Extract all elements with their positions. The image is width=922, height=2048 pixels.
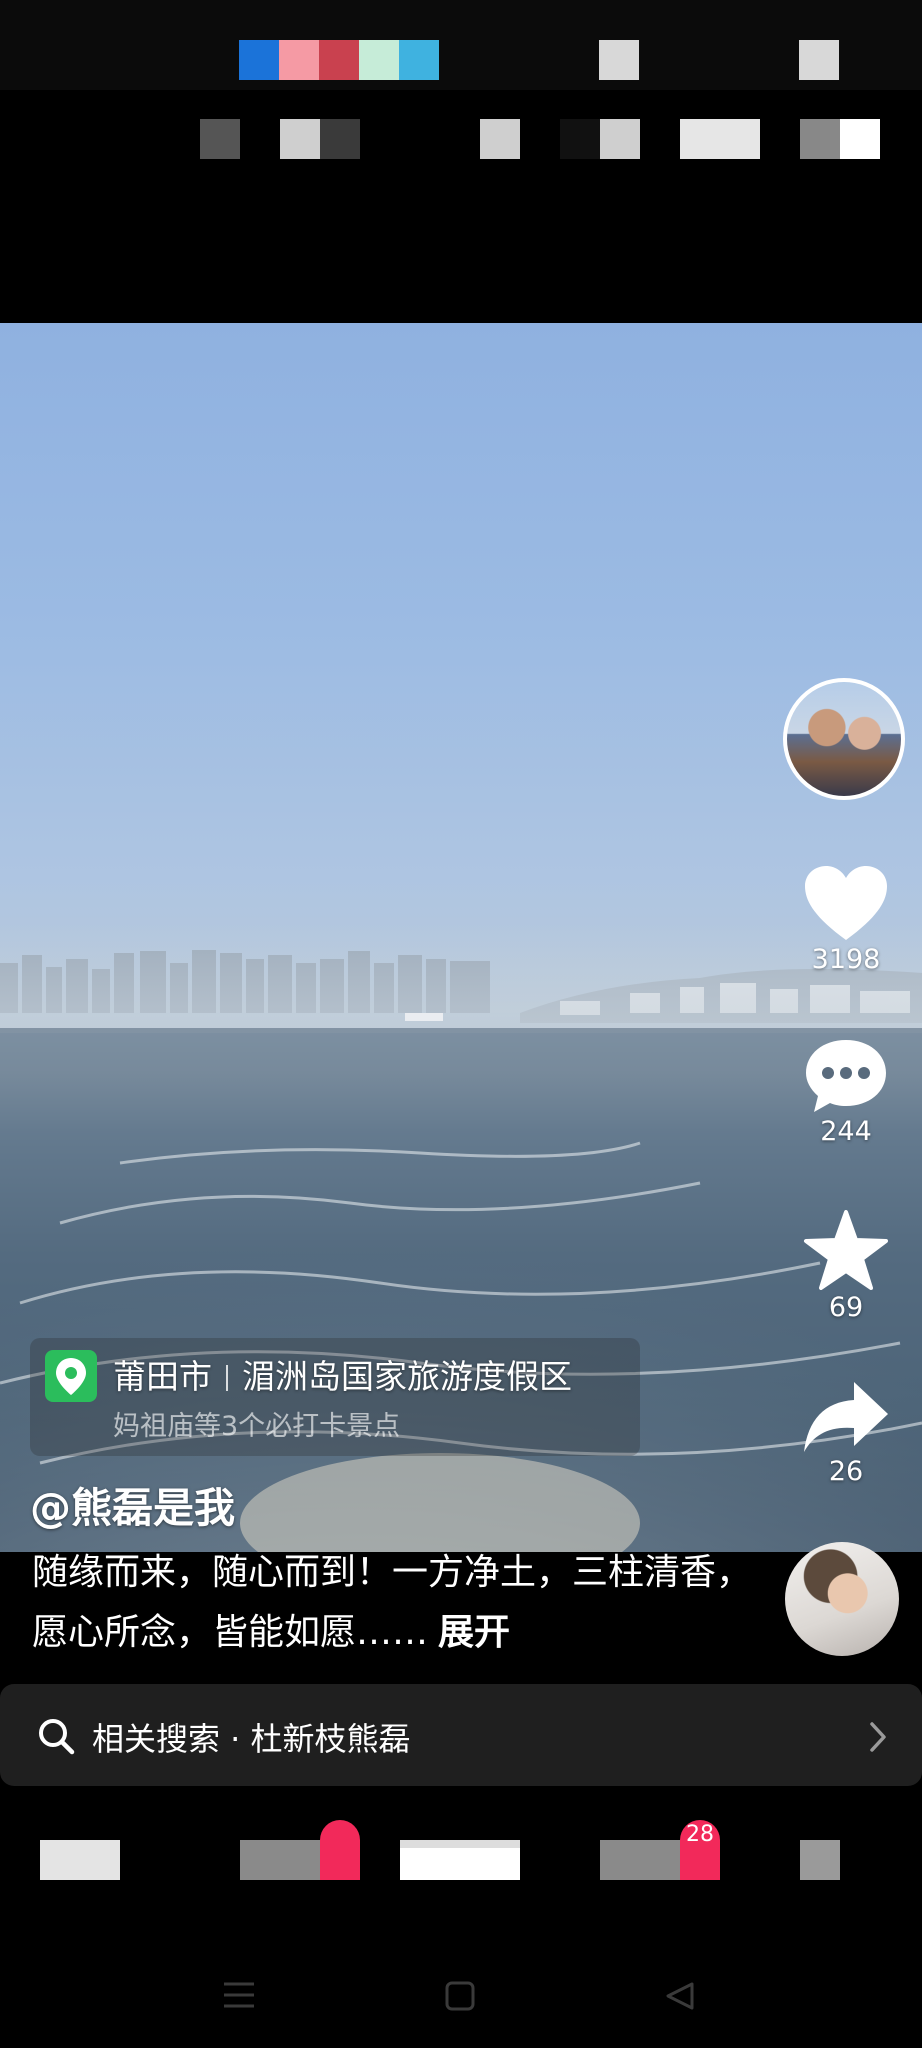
location-subtitle: 妈祖庙等3个必打卡景点 — [113, 1411, 401, 1442]
menu-icon[interactable] — [222, 1980, 256, 2010]
nav-tab-profile[interactable] — [800, 1840, 840, 1880]
location-city: 莆田市 — [113, 1357, 212, 1396]
nav-badge-dot — [320, 1820, 360, 1880]
status-block — [239, 40, 279, 80]
top-tab-block[interactable] — [280, 119, 320, 159]
top-tab-block[interactable] — [840, 119, 880, 159]
location-divider — [226, 1365, 228, 1391]
search-icon — [39, 1719, 75, 1755]
expand-button[interactable]: 展开 — [438, 1612, 510, 1653]
status-block — [599, 40, 639, 80]
star-icon — [804, 1210, 888, 1290]
share-button[interactable]: 26 — [794, 1380, 898, 1487]
system-nav-bar — [0, 1940, 922, 2048]
top-tab-block[interactable] — [320, 119, 360, 159]
status-block — [359, 40, 399, 80]
share-icon — [804, 1382, 888, 1452]
post-caption[interactable]: 随缘而来，随心而到！一方净土，三柱清香，愿心所念，皆能如愿…… 展开 — [32, 1543, 752, 1663]
status-block — [319, 40, 359, 80]
related-search-bar[interactable]: 相关搜索 · 杜新枝熊磊 — [0, 1684, 922, 1786]
top-tab-block[interactable] — [560, 119, 600, 159]
favorite-button[interactable]: 69 — [794, 1210, 898, 1323]
top-tab-block[interactable] — [480, 119, 520, 159]
comment-icon — [806, 1040, 886, 1112]
location-pin-icon — [45, 1350, 97, 1402]
status-block — [799, 40, 839, 80]
heart-icon — [805, 866, 887, 940]
favorite-count: 69 — [828, 1292, 864, 1323]
bottom-nav: 28 — [0, 1790, 922, 1910]
top-tab-block[interactable] — [600, 119, 640, 159]
location-title: 莆田市 湄洲岛国家旅游度假区 — [113, 1350, 572, 1398]
caption-text: 随缘而来，随心而到！一方净土，三柱清香，愿心所念，皆能如愿…… — [32, 1552, 753, 1653]
comment-button[interactable]: 244 — [794, 1038, 898, 1147]
chevron-right-icon — [870, 1722, 886, 1752]
top-tab-block[interactable] — [200, 119, 240, 159]
location-place: 湄洲岛国家旅游度假区 — [242, 1357, 572, 1396]
location-chip[interactable]: 莆田市 湄洲岛国家旅游度假区 妈祖庙等3个必打卡景点 — [30, 1338, 640, 1456]
back-icon[interactable] — [664, 1980, 696, 2012]
home-icon[interactable] — [444, 1980, 476, 2012]
nav-tab-home[interactable] — [40, 1840, 120, 1880]
nav-tab-friends[interactable] — [240, 1840, 320, 1880]
top-tab-block[interactable] — [680, 119, 760, 159]
nav-badge: 28 — [680, 1820, 720, 1880]
status-block — [399, 40, 439, 80]
comment-count: 244 — [820, 1116, 872, 1147]
status-block — [279, 40, 319, 80]
nav-tab-create[interactable] — [400, 1840, 520, 1880]
nav-tab-messages[interactable] — [600, 1840, 680, 1880]
like-count: 3198 — [811, 944, 881, 975]
author-avatar[interactable] — [783, 678, 905, 800]
top-tab-block[interactable] — [800, 119, 840, 159]
top-area — [0, 0, 922, 323]
like-button[interactable]: 3198 — [794, 864, 898, 975]
related-search-text: 相关搜索 · 杜新枝熊磊 — [92, 1720, 411, 1758]
share-count: 26 — [828, 1456, 864, 1487]
author-name[interactable]: @熊磊是我 — [30, 1474, 235, 1534]
music-disc[interactable] — [785, 1542, 899, 1656]
status-bar — [0, 0, 922, 90]
